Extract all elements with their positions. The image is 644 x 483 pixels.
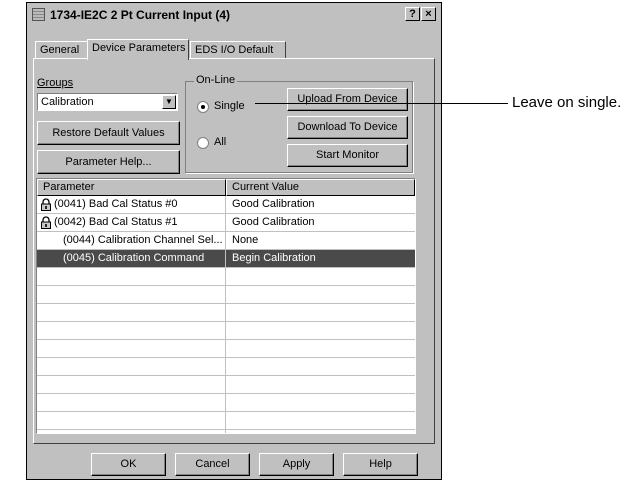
radio-single[interactable] <box>197 101 209 113</box>
upload-from-device-button[interactable]: Upload From Device <box>287 88 408 111</box>
groups-label-text: Groups <box>37 77 74 89</box>
radio-all[interactable] <box>197 137 209 149</box>
parameter-help-button[interactable]: Parameter Help... <box>37 150 180 174</box>
window-icon <box>32 8 45 21</box>
tab-general[interactable]: General <box>35 41 88 59</box>
empty-row <box>37 376 415 394</box>
tab-device-parameters[interactable]: Device Parameters <box>87 39 189 60</box>
parameter-value: None <box>232 234 259 246</box>
ok-button[interactable]: OK <box>91 453 166 476</box>
parameter-value: Good Calibration <box>232 198 315 210</box>
empty-row <box>37 358 415 376</box>
parameter-value: Good Calibration <box>232 216 315 228</box>
help-button[interactable]: Help <box>343 453 418 476</box>
column-divider <box>225 196 226 433</box>
cancel-button[interactable]: Cancel <box>175 453 250 476</box>
tab-eds-io-default[interactable]: EDS I/O Default <box>190 41 286 59</box>
table-row-selected[interactable]: (0045) Calibration Command Begin Calibra… <box>37 250 415 268</box>
empty-row <box>37 340 415 358</box>
table-row[interactable]: (0044) Calibration Channel Sel... None <box>37 232 415 250</box>
empty-row <box>37 412 415 430</box>
parameter-name: (0045) Calibration Command <box>63 252 205 264</box>
context-help-button[interactable]: ? <box>405 7 420 21</box>
parameter-name: (0041) Bad Cal Status #0 <box>54 198 178 210</box>
groups-label: Groups <box>37 77 73 89</box>
title-bar: 1734-IE2C 2 Pt Current Input (4) ? × <box>29 5 439 24</box>
empty-row <box>37 304 415 322</box>
empty-row <box>37 322 415 340</box>
download-to-device-button[interactable]: Download To Device <box>287 116 408 139</box>
lock-icon <box>41 198 51 211</box>
start-monitor-button[interactable]: Start Monitor <box>287 144 408 167</box>
window-title: 1734-IE2C 2 Pt Current Input (4) <box>50 7 231 22</box>
groups-dropdown[interactable]: Calibration ▼ <box>37 93 178 111</box>
online-group-label: On-Line <box>194 74 238 86</box>
parameter-name: (0044) Calibration Channel Sel... <box>63 234 223 246</box>
apply-button[interactable]: Apply <box>259 453 334 476</box>
close-button[interactable]: × <box>421 7 436 21</box>
radio-all-label: All <box>214 136 227 148</box>
online-group: On-Line Single All Upload From Device Do… <box>185 74 413 173</box>
column-header-current-value[interactable]: Current Value <box>226 179 415 196</box>
radio-single-label: Single <box>214 100 245 112</box>
empty-row <box>37 268 415 286</box>
callout-line <box>255 103 508 104</box>
parameter-value: Begin Calibration <box>232 252 316 264</box>
callout-text: Leave on single. <box>512 94 622 111</box>
table-row[interactable]: (0042) Bad Cal Status #1 Good Calibratio… <box>37 214 415 232</box>
chevron-down-icon[interactable]: ▼ <box>162 95 176 109</box>
lock-icon <box>41 216 51 229</box>
column-header-parameter[interactable]: Parameter <box>37 179 226 196</box>
restore-defaults-button[interactable]: Restore Default Values <box>37 121 180 145</box>
groups-selected-value: Calibration <box>41 96 94 108</box>
parameter-list[interactable]: Parameter Current Value (0041) Bad Cal S… <box>36 178 416 434</box>
empty-row <box>37 394 415 412</box>
table-row[interactable]: (0041) Bad Cal Status #0 Good Calibratio… <box>37 196 415 214</box>
empty-row <box>37 286 415 304</box>
parameter-name: (0042) Bad Cal Status #1 <box>54 216 178 228</box>
